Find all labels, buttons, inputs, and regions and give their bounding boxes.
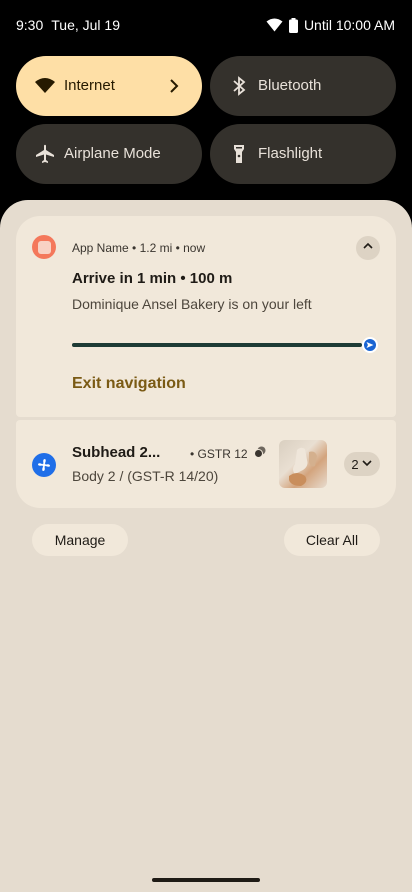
notification-subhead: Subhead 2... [72,444,161,461]
fan-app-icon [32,453,56,477]
notification-title: Arrive in 1 min • 100 m [72,270,233,287]
tile-bluetooth[interactable]: Bluetooth [210,56,396,116]
notification-meta-2: • GSTR 12 [190,446,266,461]
status-time: 9:30 [16,17,44,33]
tile-flashlight[interactable]: Flashlight [210,124,396,184]
tile-airplane-label: Airplane Mode [64,145,161,162]
chevron-down-icon [361,457,373,472]
app-icon [32,235,56,259]
tile-internet-label: Internet [64,77,115,94]
overlap-circles-icon [253,446,266,461]
alarm-text: Until 10:00 AM [303,17,395,33]
progress-fill [72,343,362,347]
bluetooth-icon [227,74,251,98]
notification-thumbnail [279,440,327,488]
navigation-progress-bar [72,343,362,347]
clear-all-button[interactable]: Clear All [284,524,380,556]
airplane-icon [33,142,57,166]
status-bar: 9:30 Tue, Jul 19 Until 10:00 AM [0,0,412,50]
tile-bluetooth-label: Bluetooth [258,77,322,94]
notification-body-2: Body 2 / (GST-R 14/20) [72,468,219,484]
home-indicator[interactable] [152,878,260,882]
battery-icon [288,17,298,33]
wifi-icon [33,74,57,98]
notification-header: App Name • 1.2 mi • now [72,241,205,255]
meta-text: • GSTR 12 [190,446,248,461]
flashlight-icon [227,142,251,166]
exit-navigation-button[interactable]: Exit navigation [72,375,186,393]
notification-body: Dominique Ansel Bakery is on your left [72,296,312,312]
notification-count-chip[interactable]: 2 [344,452,380,476]
tile-flashlight-label: Flashlight [258,145,323,162]
second-notification-card[interactable] [16,420,396,508]
notification-count: 2 [351,456,359,472]
status-date: Tue, Jul 19 [51,17,120,33]
collapse-button[interactable] [356,236,380,260]
chevron-up-icon [361,239,375,258]
tile-airplane-mode[interactable]: Airplane Mode [16,124,202,184]
notification-meta: • 1.2 mi • now [132,241,206,255]
wifi-status-icon [266,18,283,32]
tile-internet[interactable]: Internet [16,56,202,116]
navigation-arrow-icon [362,337,378,353]
manage-button[interactable]: Manage [32,524,128,556]
app-name: App Name [72,241,129,255]
chevron-right-icon [162,74,186,98]
